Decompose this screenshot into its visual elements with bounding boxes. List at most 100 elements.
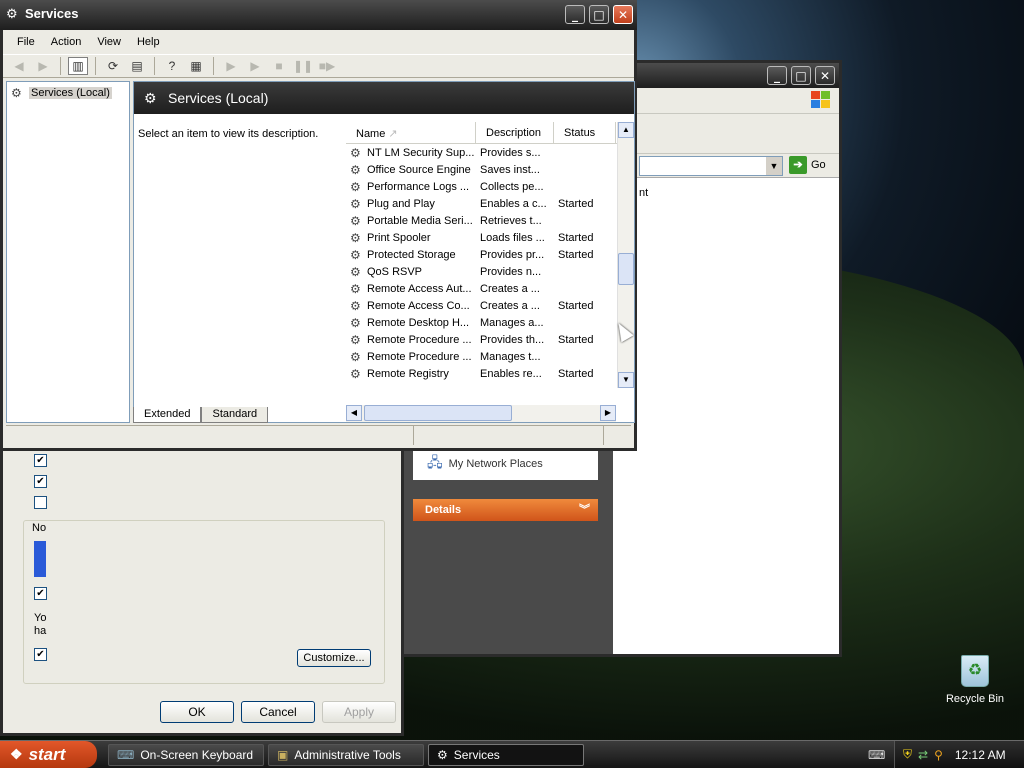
cancel-button[interactable]: Cancel (241, 701, 315, 723)
close-button[interactable]: ✕ (613, 5, 633, 24)
checkbox[interactable]: ✔ (34, 454, 47, 467)
table-row[interactable]: ⚙ Remote Registry Enables re... Started (346, 365, 634, 382)
show-hide-tree-icon[interactable]: ▥ (68, 57, 88, 75)
chevron-down-icon[interactable]: ▼ (766, 157, 782, 175)
taskbar: ❖ start ⌨ On-Screen Keyboard ▣ Administr… (0, 740, 1024, 768)
maximize-button[interactable]: □ (589, 5, 609, 24)
pause-service-icon[interactable]: ❚❚ (293, 57, 313, 75)
table-row[interactable]: ⚙ NT LM Security Sup... Provides s... (346, 144, 634, 161)
status-bar (6, 425, 631, 445)
service-name: Remote Procedure ... (367, 333, 472, 346)
start-button[interactable]: ❖ start (0, 741, 97, 768)
menu-help[interactable]: Help (129, 34, 168, 50)
services-titlebar[interactable]: ⚙ Services _ □ ✕ (0, 0, 637, 30)
horizontal-scrollbar[interactable]: ◀ ▶ (346, 405, 616, 422)
help-icon[interactable]: ? (162, 57, 182, 75)
taskbar-item-services[interactable]: ⚙ Services (428, 744, 584, 766)
menu-action[interactable]: Action (43, 34, 90, 50)
tab-extended[interactable]: Extended (133, 407, 202, 423)
table-row[interactable]: ⚙ Plug and Play Enables a c... Started (346, 195, 634, 212)
scroll-right-icon[interactable]: ▶ (600, 405, 616, 421)
network-places-label: My Network Places (448, 458, 543, 470)
keyboard-tray-icon[interactable]: ⌨ (868, 748, 885, 762)
system-tray: ⛨ ⇄ ⚲ 12:12 AM (894, 741, 1024, 768)
table-row[interactable]: ⚙ Office Source Engine Saves inst... (346, 161, 634, 178)
table-row[interactable]: ⚙ Remote Procedure ... Provides th... Start… (346, 331, 634, 348)
table-row[interactable]: ⚙ Remote Access Aut... Creates a ... (346, 280, 634, 297)
start-service-icon[interactable]: ▶ (221, 57, 241, 75)
preview-bar (34, 541, 46, 577)
menubar: File Action View Help (3, 30, 634, 54)
minimize-button[interactable]: _ (767, 66, 787, 85)
start-service-icon[interactable]: ▶ (245, 57, 265, 75)
scroll-thumb[interactable] (618, 253, 634, 285)
checkbox[interactable] (34, 496, 47, 509)
explorer-task-pane: 🖧 My Network Places Details ︾ (403, 443, 613, 654)
export-list-icon[interactable]: ▤ (127, 57, 147, 75)
details-panel-header[interactable]: Details ︾ (413, 499, 598, 521)
scroll-left-icon[interactable]: ◀ (346, 405, 362, 421)
properties-icon[interactable]: ▦ (186, 57, 206, 75)
menu-view[interactable]: View (89, 34, 129, 50)
chevron-down-icon[interactable]: ︾ (579, 499, 590, 521)
minimize-button[interactable]: _ (565, 5, 585, 24)
column-header-name[interactable]: Name ↗ (346, 122, 476, 143)
security-shield-icon[interactable]: ⛨ (903, 747, 912, 762)
back-arrow-icon[interactable]: ◀ (9, 57, 29, 75)
table-row[interactable]: ⚙ Performance Logs ... Collects pe... (346, 178, 634, 195)
stop-service-icon[interactable]: ■ (269, 57, 289, 75)
status-pane (414, 426, 604, 445)
service-name-cell: ⚙ Remote Access Co... (346, 299, 476, 313)
table-row[interactable]: ⚙ Print Spooler Loads files ... Started (346, 229, 634, 246)
search-icon[interactable]: ⚲ (934, 748, 943, 762)
recycle-bin-icon: ♻ (961, 655, 989, 687)
close-button[interactable]: ✕ (815, 66, 835, 85)
tree-item-services-local[interactable]: ⚙ Services (Local) (11, 86, 112, 100)
forward-arrow-icon[interactable]: ▶ (33, 57, 53, 75)
taskbar-item-administrative-tools[interactable]: ▣ Administrative Tools (268, 744, 424, 766)
maximize-button[interactable]: □ (791, 66, 811, 85)
service-description: Provides n... (480, 265, 542, 278)
checkbox[interactable]: ✔ (34, 475, 47, 488)
refresh-icon[interactable]: ⟳ (103, 57, 123, 75)
go-button[interactable]: ➔ Go (789, 156, 826, 174)
menu-file[interactable]: File (9, 34, 43, 50)
service-gear-icon: ⚙ (350, 315, 361, 330)
table-row[interactable]: ⚙ Remote Desktop H... Manages a... (346, 314, 634, 331)
taskbar-item-on-screen-keyboard[interactable]: ⌨ On-Screen Keyboard (108, 744, 264, 766)
address-input[interactable]: ▼ (639, 156, 783, 176)
recycle-bin-shortcut[interactable]: ♻ Recycle Bin (942, 655, 1008, 705)
scroll-up-icon[interactable]: ▲ (618, 122, 634, 138)
folder-icon: ▣ (277, 748, 289, 762)
table-row[interactable]: ⚙ Remote Procedure ... Manages t... (346, 348, 634, 365)
table-row[interactable]: ⚙ Remote Access Co... Creates a ... Started (346, 297, 634, 314)
table-row[interactable]: ⚙ Protected Storage Provides pr... Started (346, 246, 634, 263)
service-description: Creates a ... (480, 282, 540, 295)
ok-button[interactable]: OK (160, 701, 234, 723)
service-status: Started (558, 333, 594, 346)
customize-button[interactable]: Customize... (297, 649, 371, 667)
service-description: Provides s... (480, 146, 541, 159)
column-header-status[interactable]: Status (554, 122, 616, 143)
services-list: Name ↗ Description Status ⚙ NT LM Securit… (346, 122, 634, 404)
apply-button[interactable]: Apply (322, 701, 396, 723)
table-row[interactable]: ⚙ QoS RSVP Provides n... (346, 263, 634, 280)
service-status: Started (558, 231, 594, 244)
service-status: Started (558, 299, 594, 312)
network-icon[interactable]: ⇄ (918, 748, 928, 762)
service-name-cell: ⚙ Protected Storage (346, 248, 476, 262)
checkbox[interactable]: ✔ (34, 648, 47, 661)
scroll-down-icon[interactable]: ▼ (618, 372, 634, 388)
scroll-thumb[interactable] (364, 405, 512, 421)
checkbox[interactable]: ✔ (34, 587, 47, 600)
tab-standard[interactable]: Standard (201, 407, 269, 423)
table-row[interactable]: ⚙ Portable Media Seri... Retrieves t... (346, 212, 634, 229)
service-name-cell: ⚙ Remote Registry (346, 367, 476, 381)
service-gear-icon: ⚙ (350, 230, 361, 245)
restart-service-icon[interactable]: ■▶ (317, 57, 337, 75)
vertical-scrollbar[interactable]: ▲ ▼ (617, 122, 634, 388)
sort-arrow-icon: ↗ (388, 128, 398, 140)
service-description: Enables a c... (480, 197, 547, 210)
column-header-description[interactable]: Description (476, 122, 554, 143)
my-network-places-link[interactable]: 🖧 My Network Places (413, 448, 598, 480)
